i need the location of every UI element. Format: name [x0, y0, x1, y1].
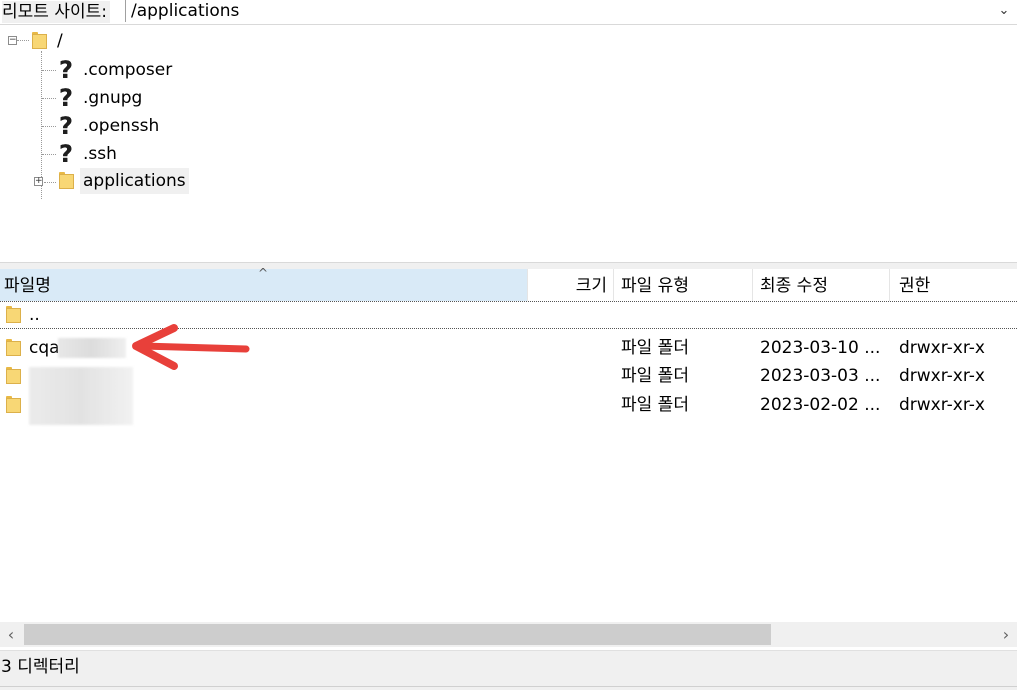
remote-site-bar: 리모트 사이트: /applications ⌄: [0, 0, 1017, 25]
file-type: 파일 폴더: [621, 338, 689, 358]
folder-icon: [6, 306, 21, 323]
remote-site-label: 리모트 사이트:: [2, 1, 110, 23]
folder-icon: [6, 367, 21, 384]
tree-node-label: .composer: [83, 60, 173, 80]
status-bar: 3 디렉터리: [0, 650, 1017, 690]
tree-node-label: /: [57, 31, 63, 51]
column-header-label: 크기: [575, 276, 607, 296]
status-text: 3 디렉터리: [1, 657, 80, 677]
folder-icon: [6, 339, 21, 356]
tree-node-label: .gnupg: [83, 88, 143, 108]
expand-applications-icon[interactable]: +: [34, 177, 43, 186]
scrollbar-thumb[interactable]: [24, 624, 771, 645]
redacted-name: [58, 338, 126, 358]
file-permissions: drwxr-xr-x: [899, 338, 985, 358]
folder-icon: [32, 32, 47, 49]
column-header-label: 파일 유형: [621, 276, 689, 296]
tree-node-applications[interactable]: applications: [56, 168, 189, 194]
annotation-arrow-icon: [132, 324, 250, 370]
tree-node-composer[interactable]: ? .composer: [56, 57, 175, 83]
unknown-question-icon: ?: [59, 140, 73, 168]
file-permissions: drwxr-xr-x: [899, 395, 985, 415]
unknown-question-icon: ?: [59, 56, 73, 84]
tree-node-label: .openssh: [83, 116, 160, 136]
remote-path-input[interactable]: /applications: [125, 0, 1001, 22]
column-header-label: 권한: [899, 276, 931, 296]
column-header-name[interactable]: 파일명 ^: [0, 266, 528, 301]
file-modified: 2023-03-03 ...: [760, 366, 881, 386]
table-row[interactable]: 파일 폴더 2023-02-02 ... drwxr-xr-x: [0, 391, 1017, 419]
folder-icon: [6, 396, 21, 413]
file-type: 파일 폴더: [621, 366, 689, 386]
chevron-down-icon[interactable]: ⌄: [995, 0, 1013, 22]
collapse-root-icon[interactable]: −: [8, 36, 17, 45]
unknown-question-icon: ?: [59, 84, 73, 112]
column-header-label: 파일명: [4, 276, 51, 296]
chevron-left-icon[interactable]: ‹: [1, 622, 21, 647]
file-name: ..: [29, 305, 40, 325]
file-name: cqa: [29, 338, 60, 358]
file-list-header: 파일명 ^ 크기 파일 유형 최종 수정 권한: [0, 266, 1017, 301]
folder-icon: [59, 172, 74, 189]
column-header-label: 최종 수정: [760, 276, 828, 296]
tree-node-gnupg[interactable]: ? .gnupg: [56, 85, 145, 111]
file-modified: 2023-03-10 ...: [760, 338, 881, 358]
sort-ascending-icon: ^: [258, 266, 269, 280]
remote-directory-tree: − / ? .composer ? .gnupg ? .openssh ? .s…: [0, 25, 1017, 262]
horizontal-scrollbar[interactable]: ‹ ›: [0, 622, 1017, 647]
column-header-type[interactable]: 파일 유형: [614, 269, 753, 301]
unknown-question-icon: ?: [59, 112, 73, 140]
tree-node-ssh[interactable]: ? .ssh: [56, 141, 120, 167]
file-type: 파일 폴더: [621, 395, 689, 415]
tree-node-root[interactable]: /: [30, 28, 66, 54]
file-modified: 2023-02-02 ...: [760, 395, 881, 415]
tree-node-label: .ssh: [83, 144, 117, 164]
tree-node-label: applications: [80, 168, 189, 194]
column-header-size[interactable]: 크기: [528, 269, 614, 301]
column-header-modified[interactable]: 최종 수정: [753, 269, 890, 301]
tree-node-openssh[interactable]: ? .openssh: [56, 113, 162, 139]
file-permissions: drwxr-xr-x: [899, 366, 985, 386]
column-header-permissions[interactable]: 권한: [890, 269, 1017, 301]
redacted-names: [29, 367, 133, 425]
chevron-right-icon[interactable]: ›: [996, 622, 1016, 647]
